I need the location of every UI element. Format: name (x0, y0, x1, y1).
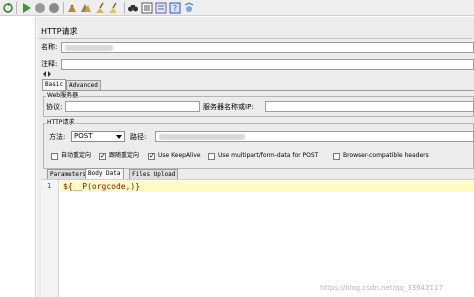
protocol-field[interactable] (65, 101, 200, 112)
follow-redirect-checkbox[interactable]: ✓ (99, 153, 106, 160)
line-number-gutter: 1 (41, 180, 59, 297)
path-label: 路径: (130, 133, 147, 141)
check-icon: ✓ (100, 152, 106, 160)
divider (39, 38, 472, 39)
multipart-checkbox[interactable] (208, 153, 215, 160)
toolbar-separator (124, 2, 125, 14)
search-icon[interactable] (127, 2, 139, 14)
server-name-label: 服务器名称或IP: (203, 103, 254, 111)
page-title: HTTP请求 (41, 27, 78, 36)
multipart-label: Use multipart/form-data for POST (218, 152, 319, 159)
method-value: POST (74, 132, 93, 140)
check-icon: ✓ (149, 152, 155, 160)
name-field[interactable] (61, 42, 474, 53)
protocol-label: 协议: (46, 103, 63, 111)
name-label: 名称: (41, 43, 58, 51)
keepalive-checkbox[interactable]: ✓ (148, 153, 155, 160)
keepalive-label: Use KeepAlive (158, 152, 201, 159)
remote-icon[interactable] (183, 2, 195, 14)
web-server-legend: Web服务器 (46, 92, 80, 99)
auto-redirect-checkbox[interactable] (51, 153, 58, 160)
tab-advanced[interactable]: Advanced (66, 80, 101, 90)
tab-underline (42, 90, 474, 91)
help-icon[interactable]: ? (169, 2, 181, 14)
tab-body-data[interactable]: Body Data (85, 168, 124, 179)
start-icon[interactable] (20, 2, 32, 14)
comment-field[interactable] (61, 59, 474, 70)
clear-icon[interactable] (66, 2, 78, 14)
method-label: 方法: (49, 133, 66, 141)
tab-parameters[interactable]: Parameters (47, 169, 90, 179)
browser-headers-label: Browser-compatible headers (343, 152, 429, 159)
path-field[interactable] (155, 131, 474, 142)
toolbar-separator (63, 2, 64, 14)
clear-all-icon[interactable] (80, 2, 92, 14)
browser-headers-checkbox[interactable] (333, 153, 340, 160)
redacted-name (65, 45, 113, 51)
http-request-panel: HTTP请求 名称: 注释: Basic Advanced Web服务器 协议:… (37, 17, 474, 297)
broom-icon[interactable] (108, 2, 120, 14)
shutdown-icon[interactable] (48, 2, 60, 14)
test-plan-tree[interactable] (0, 17, 36, 297)
main-toolbar: ? (0, 0, 474, 16)
follow-redirect-label: 跟随重定向 (109, 152, 140, 159)
line-number: 1 (47, 182, 52, 190)
body-data-editor[interactable]: 1 ${__P(orgcode,)} (41, 179, 474, 297)
current-line-highlight: ${__P(orgcode,)} (60, 181, 474, 192)
svg-text:?: ? (173, 4, 177, 13)
http-request-legend: HTTP请求 (46, 119, 76, 126)
server-name-field[interactable] (265, 101, 474, 112)
comment-label: 注释: (41, 60, 58, 68)
collapse-arrows-icon[interactable] (43, 71, 51, 77)
chevron-down-icon (116, 135, 122, 139)
body-code-text[interactable]: ${__P(orgcode,)} (63, 182, 140, 191)
redacted-path (159, 134, 245, 140)
stop-icon[interactable] (34, 2, 46, 14)
function-helper-icon[interactable] (155, 2, 167, 14)
toolbar-separator (16, 2, 17, 14)
watermark: https://blog.csdn.net/qq_33642117 (320, 284, 443, 292)
tab-basic[interactable]: Basic (42, 79, 67, 90)
reload-icon[interactable] (2, 2, 14, 14)
reset-search-icon[interactable] (141, 2, 153, 14)
broom-icon[interactable] (94, 2, 106, 14)
auto-redirect-label: 自动重定向 (61, 152, 92, 159)
method-select[interactable]: POST (71, 131, 125, 142)
tab-files-upload[interactable]: Files Upload (129, 169, 179, 179)
http-request-group (43, 123, 474, 169)
